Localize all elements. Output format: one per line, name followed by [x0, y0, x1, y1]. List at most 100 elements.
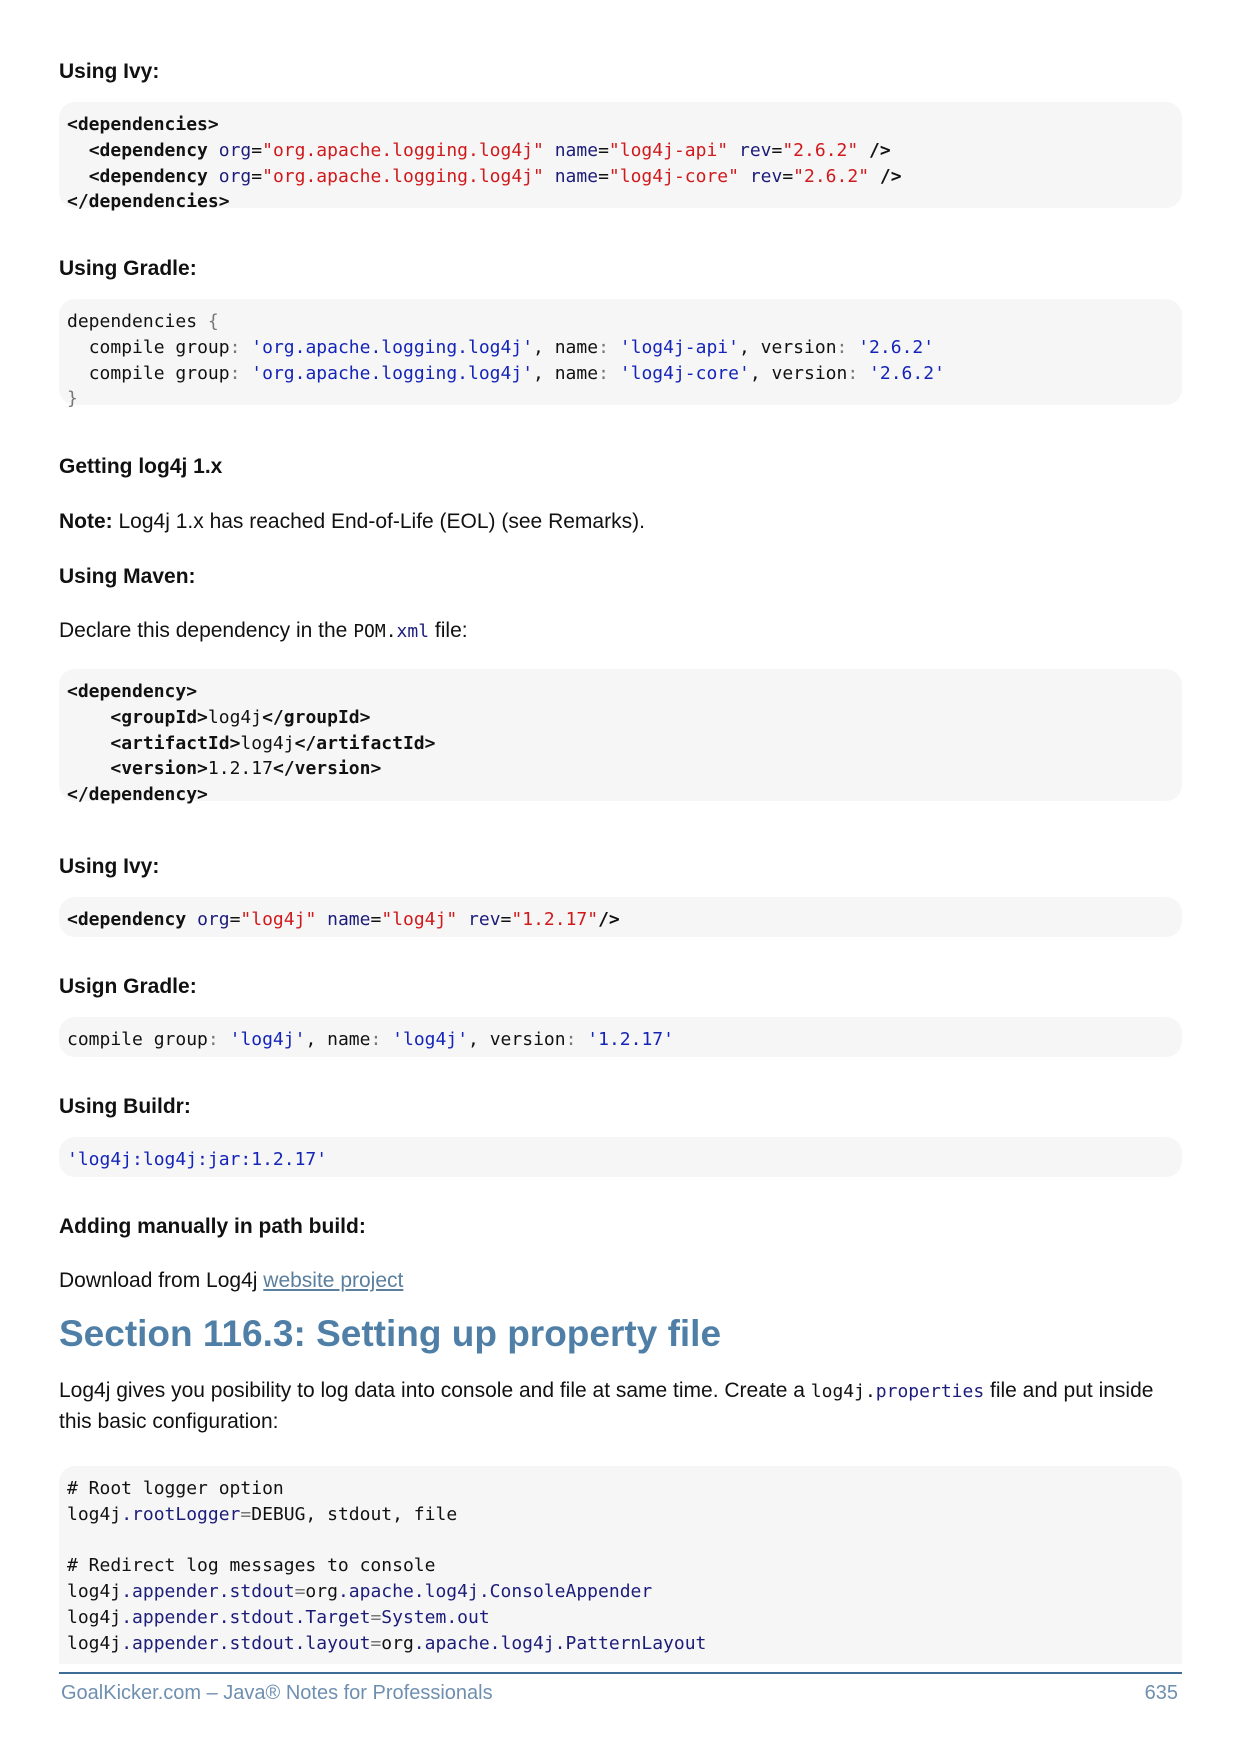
code-token: <dependency	[88, 139, 208, 161]
inline-code-part: log4j.	[810, 1381, 876, 1402]
code-token: rev	[749, 165, 783, 187]
declare-text: file:	[429, 619, 468, 642]
code-token: "2.6.2"	[793, 165, 870, 187]
code-token: log4j	[67, 1632, 122, 1654]
code-token: 'log4j-api'	[619, 336, 739, 358]
code-token: rev	[468, 909, 501, 930]
section-title: Section 116.3: Setting up property file	[59, 1313, 722, 1354]
code-token: log4j	[67, 1581, 122, 1603]
buildr-heading: Using Buildr:	[59, 1095, 191, 1118]
code-token: <artifactId>	[110, 732, 241, 754]
code-token: 'log4j'	[392, 1029, 469, 1050]
inline-code-part: properties	[875, 1381, 985, 1402]
code-token: "log4j"	[240, 909, 317, 930]
code-token: System	[381, 1606, 447, 1628]
code-token: <dependency	[67, 909, 187, 930]
code-token: />	[869, 139, 891, 161]
code-token: compile	[88, 362, 165, 384]
code-token: rev	[738, 139, 772, 161]
maven-code-block: <dependency> <groupId>log4j</groupId> <a…	[59, 669, 1182, 805]
code-token: 'log4j'	[229, 1029, 306, 1050]
code-token: =	[240, 1503, 252, 1525]
code-token: "2.6.2"	[782, 139, 859, 161]
code-token: "org.apache.logging.log4j"	[262, 165, 544, 187]
code-token: "log4j-core"	[608, 165, 739, 187]
code-token: version	[489, 1029, 566, 1050]
download-text: Download from Log4j	[59, 1269, 264, 1292]
note-label: Note:	[59, 510, 113, 533]
properties-code-block: # Root logger option log4j.rootLogger=DE…	[59, 1466, 1182, 1664]
code-comment: # Root logger option	[67, 1478, 284, 1499]
code-token: }	[67, 388, 78, 410]
website-project-link[interactable]: website project	[263, 1269, 403, 1292]
gradle1-code-block: compile group: 'log4j', name: 'log4j', v…	[59, 1017, 1182, 1057]
maven-heading: Using Maven:	[59, 565, 196, 588]
ivy1-heading: Using Ivy:	[59, 855, 160, 878]
ivy2-code-block: <dependencies> <dependency org="org.apac…	[59, 102, 1182, 212]
note-text: Log4j 1.x has reached End-of-Life (EOL) …	[112, 510, 645, 533]
code-token: />	[879, 165, 902, 187]
code-token: '2.6.2'	[869, 362, 945, 384]
code-token: </dependency>	[67, 784, 208, 806]
code-token: />	[598, 909, 620, 930]
code-token: <version>	[110, 758, 208, 780]
footer-source: GoalKicker.com – Java® Notes for Profess…	[61, 1682, 493, 1704]
code-token: org	[218, 139, 252, 161]
code-token: 'log4j:log4j:jar:1.2.17'	[67, 1149, 328, 1170]
code-token: log4j	[207, 706, 263, 728]
code-token: "1.2.17"	[511, 909, 599, 930]
gradle2-code-block: dependencies { compile group: 'org.apach…	[59, 299, 1182, 409]
download-paragraph: Download from Log4j website project	[59, 1266, 403, 1296]
code-token: {	[207, 311, 219, 332]
code-token: name	[327, 909, 371, 930]
code-token: =	[370, 1606, 382, 1628]
code-token: 'log4j-core'	[619, 362, 750, 384]
inline-code-part: xml	[396, 621, 430, 642]
declare-text: Declare this dependency in the	[59, 619, 354, 642]
code-token: name	[554, 362, 599, 384]
getting-1x-heading: Getting log4j 1.x	[59, 455, 223, 478]
code-token: compile	[88, 336, 165, 358]
note-paragraph: Note: Log4j 1.x has reached End-of-Life …	[59, 507, 645, 537]
code-token: log4j	[240, 732, 295, 754]
code-token: 1.2.17	[207, 758, 273, 780]
code-token: =	[370, 1632, 382, 1654]
props-intro-paragraph: Log4j gives you posibility to log data i…	[59, 1376, 1182, 1437]
code-token: <groupId>	[110, 706, 208, 728]
code-token: .apache.log4j.PatternLayout	[413, 1632, 707, 1654]
code-token: '1.2.17'	[587, 1029, 674, 1050]
code-token: name	[327, 1029, 371, 1050]
code-token: =	[294, 1581, 306, 1603]
code-token: <dependencies>	[67, 114, 219, 135]
code-token: group	[175, 362, 230, 384]
code-token: .out	[446, 1606, 490, 1628]
page-number: 635	[1144, 1682, 1178, 1704]
declare-paragraph: Declare this dependency in the POM.xml f…	[59, 616, 468, 647]
code-token: "log4j"	[381, 909, 458, 930]
code-token: log4j	[67, 1606, 122, 1628]
code-token: '2.6.2'	[858, 336, 935, 358]
code-token: name	[554, 139, 599, 161]
code-token: group	[153, 1029, 208, 1050]
code-token: .appender.stdout.Target	[121, 1606, 371, 1628]
code-token: 'org.apache.logging.log4j'	[251, 336, 534, 358]
code-token: name	[554, 336, 599, 358]
code-token: group	[175, 336, 230, 358]
gradle1-heading: Usign Gradle:	[59, 975, 197, 998]
code-token: log4j	[67, 1503, 122, 1525]
code-token: <dependency	[88, 165, 208, 187]
props-intro-text: Log4j gives you posibility to log data i…	[59, 1379, 811, 1402]
code-token: org	[381, 1632, 414, 1654]
inline-code-pom: POM.xml	[353, 621, 429, 642]
code-token: </groupId>	[262, 706, 371, 728]
manual-heading: Adding manually in path build:	[59, 1215, 366, 1238]
code-comment: # Redirect log messages to console	[67, 1555, 436, 1577]
inline-code-properties: log4j.properties	[811, 1381, 984, 1402]
code-token: 'org.apache.logging.log4j'	[251, 362, 534, 384]
code-token: compile	[67, 1029, 143, 1050]
code-token: name	[554, 165, 599, 187]
code-token: .rootLogger	[121, 1503, 241, 1525]
code-token: </artifactId>	[294, 732, 436, 754]
gradle2-heading: Using Gradle:	[59, 257, 197, 280]
buildr-code-block: 'log4j:log4j:jar:1.2.17'	[59, 1137, 1182, 1177]
